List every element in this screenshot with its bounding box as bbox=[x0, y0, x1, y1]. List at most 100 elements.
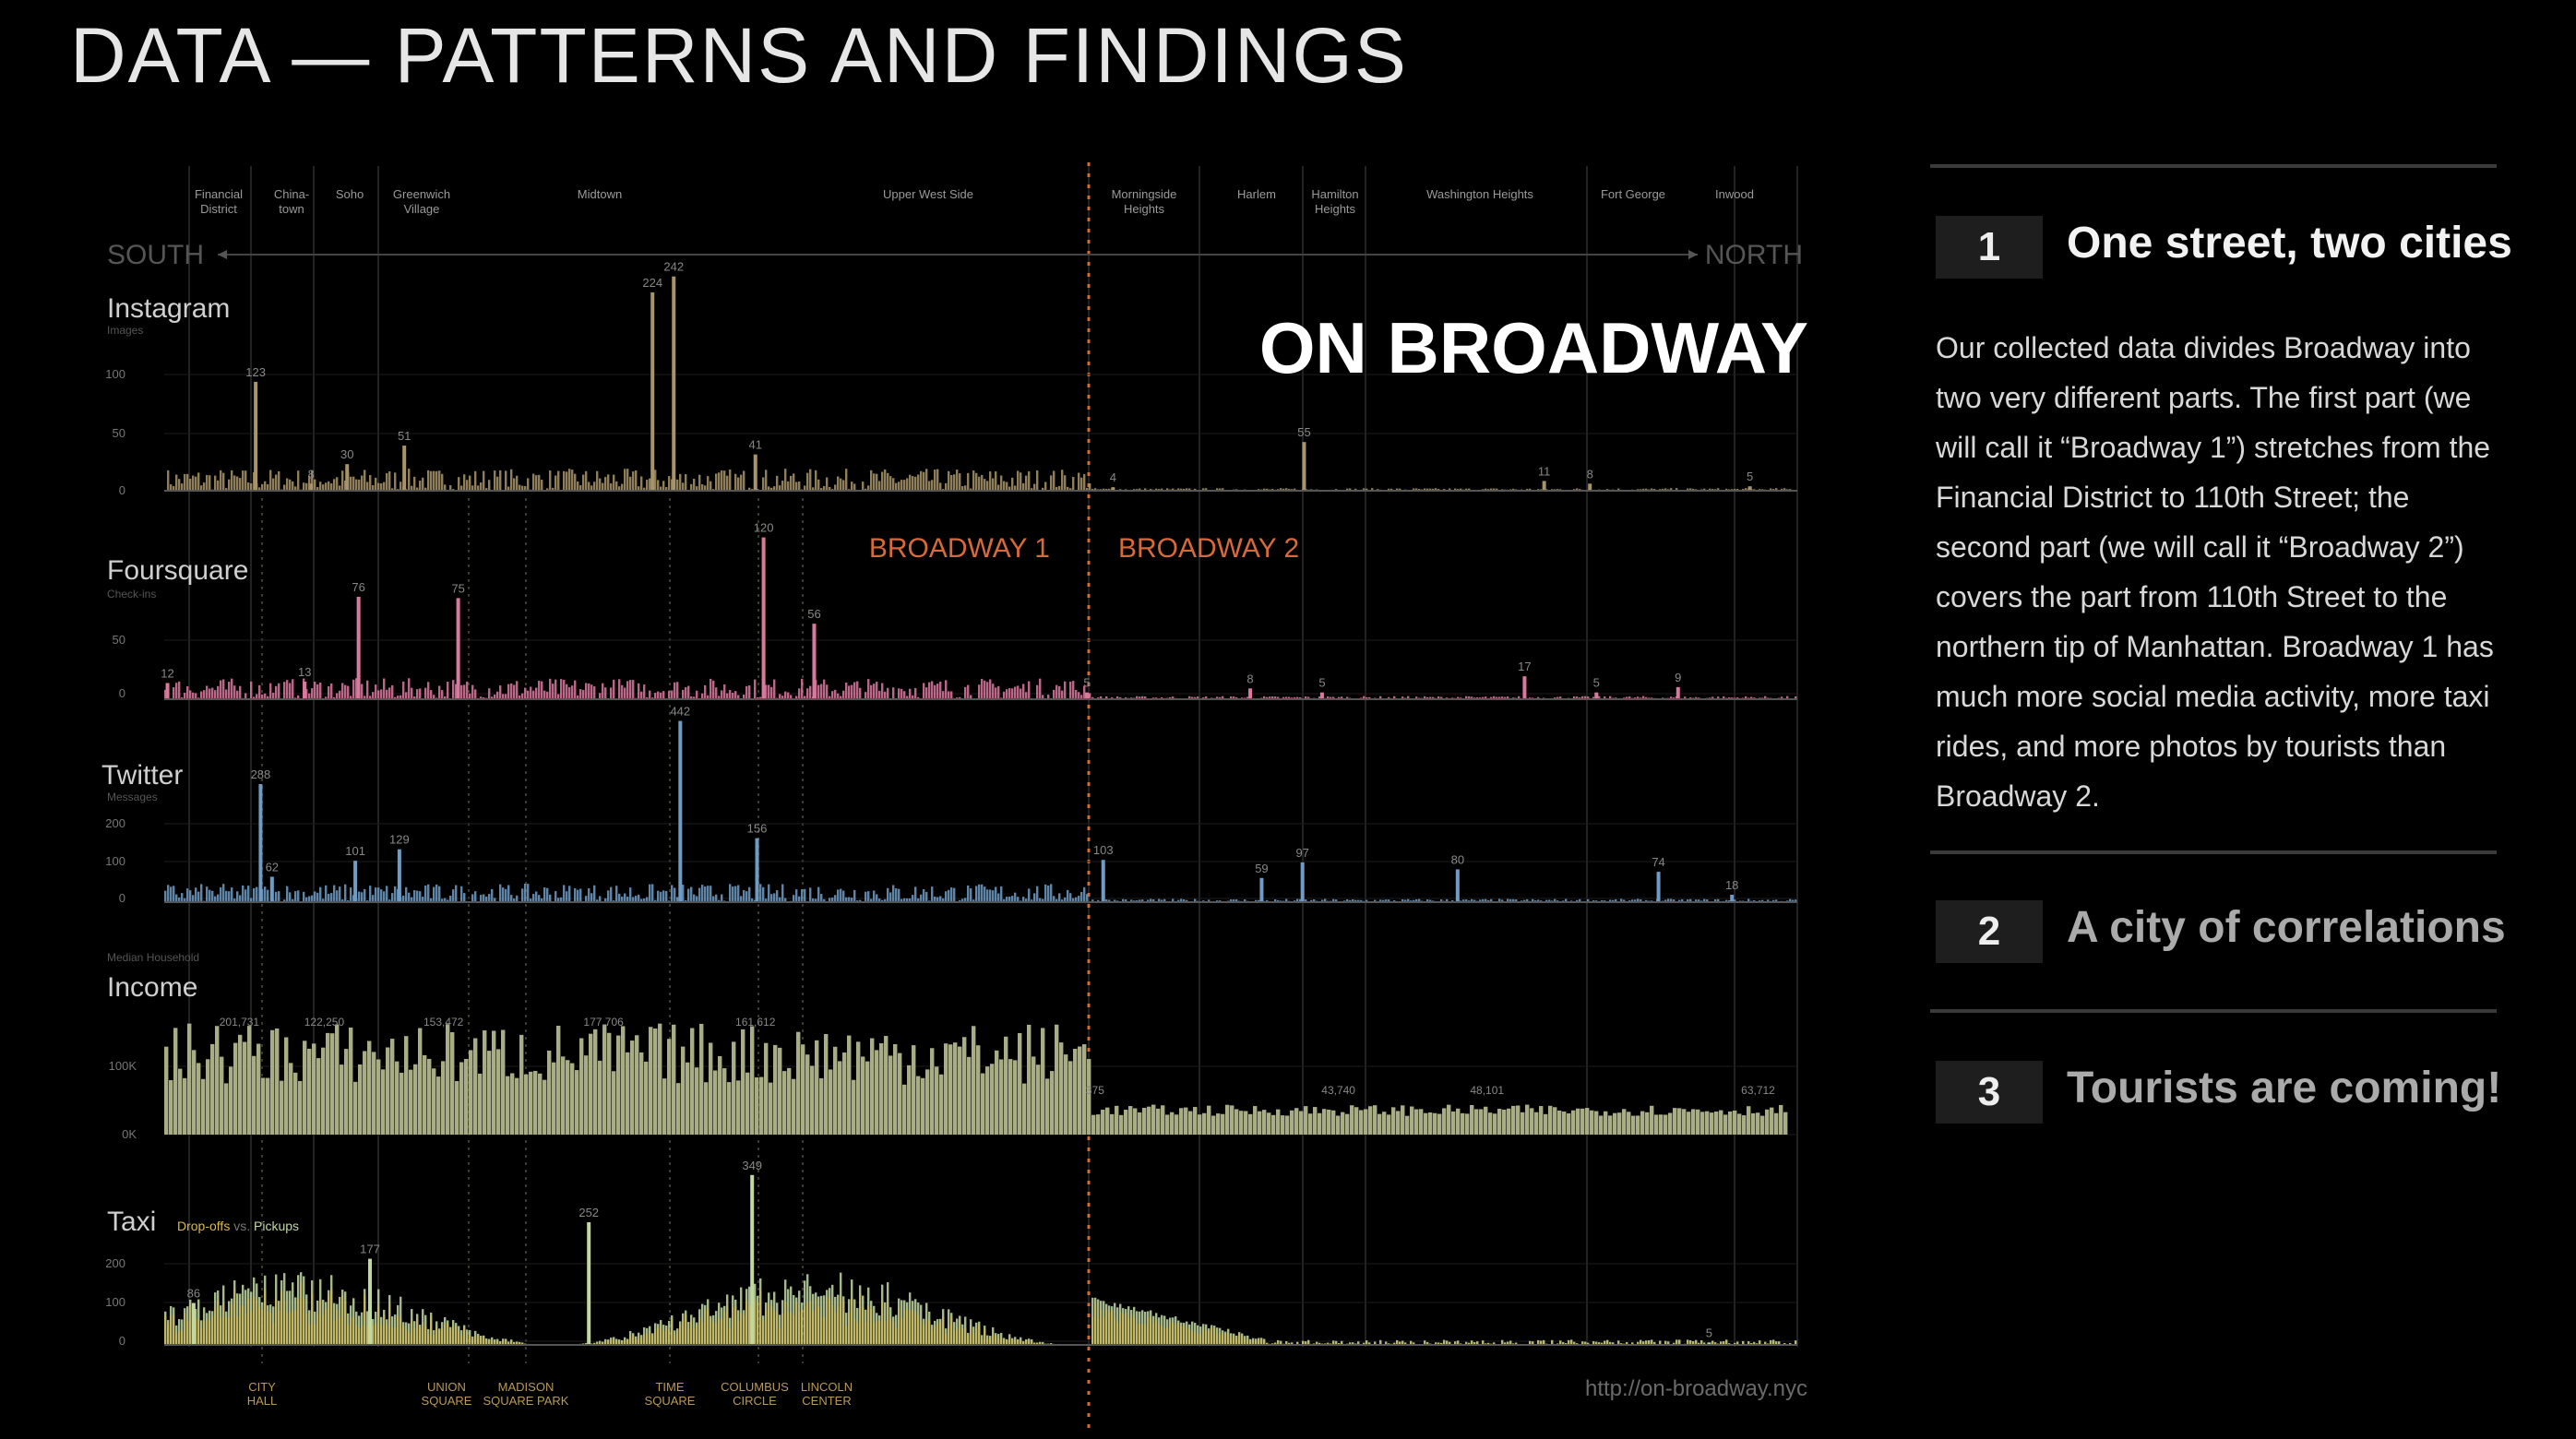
section-3-title[interactable]: Tourists are coming! bbox=[2067, 1063, 2501, 1113]
data-bar bbox=[209, 889, 211, 902]
dropoff-bar bbox=[455, 1326, 458, 1345]
peak-label: 103 bbox=[1093, 843, 1114, 857]
data-bar bbox=[510, 469, 513, 491]
data-bar bbox=[319, 482, 322, 491]
data-bar bbox=[607, 890, 610, 902]
data-bar bbox=[311, 688, 314, 699]
income-bar bbox=[1341, 1112, 1345, 1135]
peak-bar bbox=[269, 876, 274, 902]
data-bar bbox=[660, 692, 662, 699]
section-1-number[interactable]: 1 bbox=[1936, 216, 2043, 279]
income-bar bbox=[450, 1032, 455, 1135]
income-bar bbox=[1687, 1112, 1691, 1135]
data-bar bbox=[316, 892, 319, 902]
income-bar bbox=[755, 1076, 759, 1135]
income-bar bbox=[1027, 1024, 1032, 1135]
section-3-rule bbox=[1930, 1009, 2497, 1013]
data-bar bbox=[325, 482, 328, 491]
dropoff-bar bbox=[662, 1330, 665, 1345]
data-bar bbox=[585, 470, 588, 491]
income-bar bbox=[1202, 1112, 1207, 1135]
data-bar bbox=[206, 475, 209, 491]
dropoff-bar bbox=[386, 1325, 388, 1345]
data-bar bbox=[192, 692, 195, 699]
income-bar bbox=[266, 1077, 270, 1135]
dropoff-bar bbox=[364, 1294, 366, 1345]
dropoff-bar bbox=[1199, 1334, 1202, 1345]
dropoff-bar bbox=[256, 1299, 258, 1345]
landmark-label: SQUARE PARK bbox=[483, 1394, 569, 1408]
data-bar bbox=[685, 473, 687, 491]
dropoff-bar bbox=[377, 1306, 380, 1345]
dropoff-bar bbox=[676, 1330, 679, 1345]
data-bar bbox=[170, 886, 173, 902]
peak-label: 86 bbox=[187, 1287, 200, 1301]
section-2-number[interactable]: 2 bbox=[1936, 900, 2043, 963]
data-bar bbox=[1028, 470, 1031, 491]
dropoff-bar bbox=[707, 1308, 710, 1345]
data-bar bbox=[1020, 688, 1022, 699]
data-bar bbox=[914, 476, 917, 491]
data-bar bbox=[635, 470, 638, 491]
data-bar bbox=[748, 685, 751, 699]
income-bar bbox=[1742, 1115, 1747, 1135]
dropoff-bar bbox=[375, 1323, 377, 1345]
income-bar bbox=[1276, 1109, 1281, 1135]
data-bar bbox=[629, 887, 632, 902]
section-1-title[interactable]: One street, two cities bbox=[2067, 218, 2512, 268]
data-bar bbox=[405, 886, 408, 902]
dropoff-bar bbox=[1136, 1323, 1139, 1345]
income-bar bbox=[1534, 1112, 1539, 1135]
dropoff-bar bbox=[992, 1333, 995, 1345]
data-bar bbox=[438, 886, 441, 902]
data-bar bbox=[383, 891, 386, 902]
income-bar bbox=[409, 1069, 413, 1135]
data-bar bbox=[1011, 477, 1014, 491]
peak-label: 55 bbox=[1297, 425, 1310, 439]
data-bar bbox=[892, 687, 895, 699]
data-bar bbox=[912, 895, 914, 902]
dropoff-bar bbox=[809, 1301, 812, 1345]
neighborhood-label: Greenwich bbox=[393, 187, 450, 201]
data-bar bbox=[602, 683, 604, 699]
section-3-number[interactable]: 3 bbox=[1936, 1061, 2043, 1124]
income-bar bbox=[750, 1026, 755, 1135]
income-bar bbox=[792, 1078, 796, 1135]
data-bar bbox=[887, 472, 889, 491]
dropoff-bar bbox=[394, 1326, 397, 1345]
section-2-title[interactable]: A city of correlations bbox=[2067, 902, 2506, 953]
dropoff-bar bbox=[762, 1319, 765, 1345]
data-bar bbox=[571, 470, 574, 491]
panel-title: Foursquare bbox=[107, 555, 248, 586]
income-bar bbox=[496, 1049, 501, 1135]
data-bar bbox=[314, 891, 316, 902]
dropoff-bar bbox=[419, 1327, 422, 1345]
data-bar bbox=[923, 471, 925, 491]
data-bar bbox=[297, 890, 300, 902]
data-bar bbox=[427, 884, 430, 902]
data-bar bbox=[225, 890, 228, 902]
peak-label: 8 bbox=[1587, 467, 1593, 481]
data-bar bbox=[787, 481, 790, 491]
income-bar bbox=[778, 1047, 782, 1135]
dropoff-bar bbox=[1122, 1314, 1125, 1345]
data-bar bbox=[881, 683, 884, 699]
data-bar bbox=[433, 470, 435, 491]
dropoff-bar bbox=[801, 1310, 804, 1345]
data-bar bbox=[895, 888, 898, 902]
data-bar bbox=[181, 483, 184, 491]
data-bar bbox=[220, 886, 222, 902]
data-bar bbox=[643, 684, 646, 699]
website-link[interactable]: http://on-broadway.nyc bbox=[1585, 1376, 1807, 1402]
dropoff-bar bbox=[1183, 1325, 1186, 1345]
landmark-label: COLUMBUS bbox=[721, 1380, 789, 1394]
data-bar bbox=[1044, 884, 1047, 902]
dropoff-bar bbox=[197, 1319, 200, 1345]
dropoff-bar bbox=[693, 1328, 696, 1345]
dropoff-bar bbox=[909, 1310, 912, 1345]
income-bar bbox=[1285, 1115, 1290, 1135]
data-bar bbox=[809, 685, 812, 699]
data-bar bbox=[992, 478, 995, 491]
data-bar bbox=[361, 684, 364, 699]
dropoff-bar bbox=[372, 1325, 375, 1345]
